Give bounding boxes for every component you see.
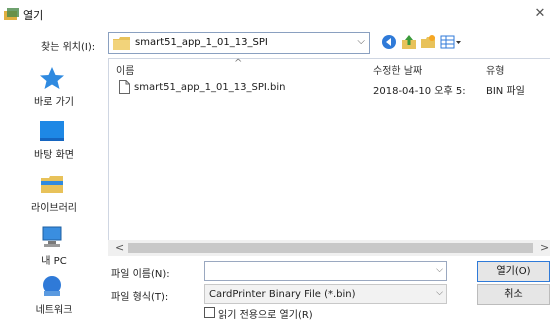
place-label: 네트워크 — [35, 305, 73, 316]
chevron-down-icon[interactable]: ⌵ — [357, 36, 365, 47]
chevron-down-icon[interactable]: ⌵ — [436, 265, 443, 275]
library-icon — [41, 176, 63, 193]
chevron-down-icon[interactable]: ⌵ — [436, 288, 443, 298]
scroll-left-icon[interactable]: < — [115, 241, 124, 254]
column-header-type[interactable]: 유형 — [486, 62, 504, 77]
place-label: 바로 가기 — [34, 97, 74, 108]
computer-icon — [42, 226, 62, 247]
file-type: BIN 파일 — [486, 86, 525, 97]
up-folder-icon[interactable] — [401, 34, 417, 50]
file-name-input[interactable]: ⌵ — [204, 261, 447, 281]
place-network[interactable]: 네트워크 — [0, 270, 108, 322]
file-type-value: CardPrinter Binary File (*.bin) — [209, 289, 356, 300]
file-type-select[interactable]: CardPrinter Binary File (*.bin) ⌵ — [204, 284, 447, 304]
file-name-label: 파일 이름(N): — [111, 269, 170, 280]
cancel-button[interactable]: 취소 — [477, 284, 550, 305]
network-icon — [43, 276, 61, 296]
star-icon — [40, 67, 64, 89]
read-only-checkbox[interactable] — [204, 307, 215, 318]
column-header-name[interactable]: 이름 — [116, 62, 134, 77]
file-list[interactable]: 이름 ^ 수정한 날짜 유형 smart51_app_1_01_13_SPI.b… — [108, 58, 550, 256]
desktop-icon — [40, 121, 64, 141]
place-label: 라이브러리 — [31, 203, 77, 214]
read-only-label[interactable]: 읽기 전용으로 열기(R) — [218, 306, 313, 321]
file-modified: 2018-04-10 오후 5: — [373, 86, 466, 97]
open-button[interactable]: 열기(O) — [477, 261, 550, 282]
place-libraries[interactable]: 라이브러리 — [0, 168, 108, 220]
look-in-value: smart51_app_1_01_13_SPI — [135, 37, 268, 48]
column-header-modified[interactable]: 수정한 날짜 — [373, 62, 422, 77]
sort-caret-icon: ^ — [234, 58, 243, 69]
place-quick-access[interactable]: 바로 가기 — [0, 62, 108, 114]
places-bar: 바로 가기 바탕 화면 라이브러리 내 PC 네트워크 — [0, 58, 108, 316]
place-label: 바탕 화면 — [34, 150, 74, 161]
back-icon[interactable] — [381, 34, 397, 50]
look-in-combo[interactable]: smart51_app_1_01_13_SPI ⌵ — [108, 32, 370, 54]
file-name: smart51_app_1_01_13_SPI.bin — [134, 82, 286, 93]
new-folder-icon[interactable] — [420, 34, 436, 50]
window-title: 열기 — [23, 9, 44, 22]
file-type-label: 파일 형식(T): — [111, 292, 169, 303]
horizontal-scrollbar[interactable]: < > — [108, 240, 550, 256]
view-menu-icon[interactable] — [440, 34, 462, 50]
scroll-right-icon[interactable]: > — [540, 241, 549, 254]
folder-icon — [113, 37, 130, 50]
close-button[interactable]: ✕ — [530, 3, 550, 25]
place-label: 내 PC — [41, 256, 67, 267]
place-this-pc[interactable]: 내 PC — [0, 221, 108, 273]
title-bar: 열기 ✕ — [0, 0, 550, 28]
app-icon — [4, 8, 19, 20]
file-row[interactable]: smart51_app_1_01_13_SPI.bin 2018-04-10 오… — [109, 79, 550, 97]
file-icon — [119, 80, 130, 94]
place-desktop[interactable]: 바탕 화면 — [0, 115, 108, 167]
scroll-thumb[interactable] — [128, 243, 533, 253]
look-in-label: 찾는 위치(I): — [41, 42, 96, 53]
